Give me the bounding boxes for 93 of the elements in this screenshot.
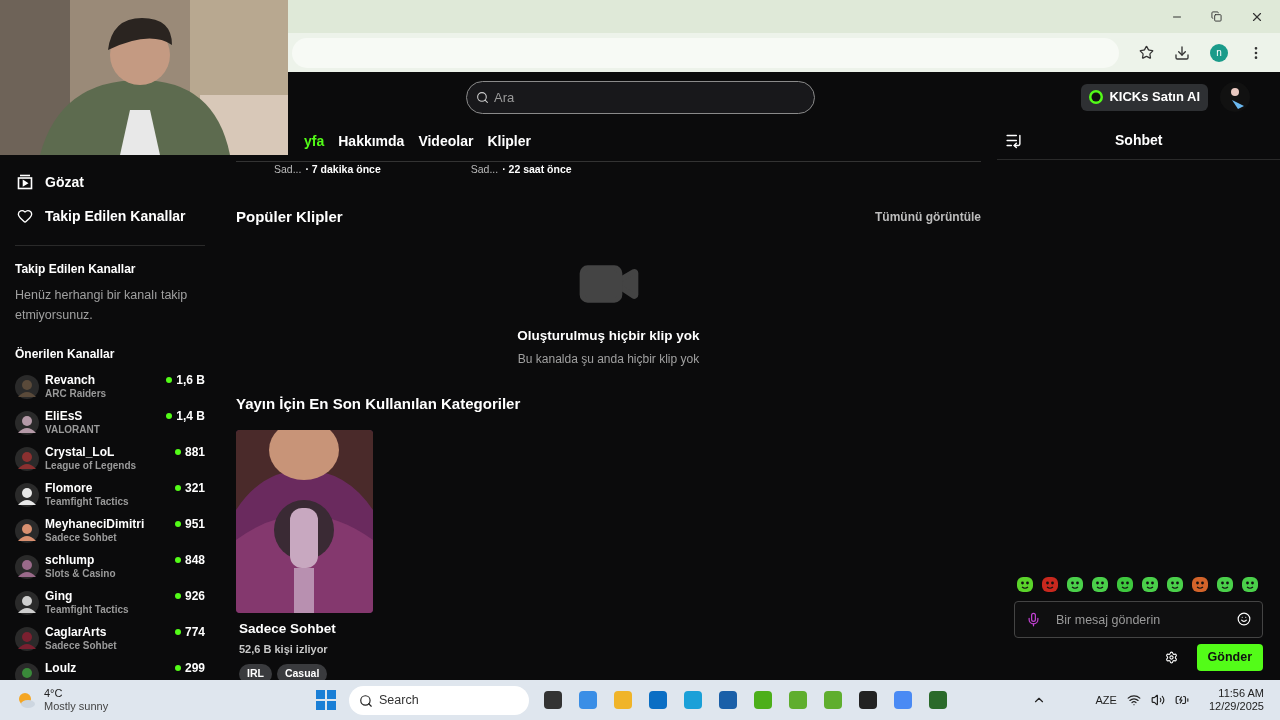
viewer-count: 951 [184, 517, 205, 531]
battery-icon[interactable] [1174, 693, 1189, 707]
clock-date[interactable]: 12/29/2025 [1208, 700, 1264, 713]
channel-item[interactable]: CaglarArts Sadece Sohbet 774 [15, 625, 205, 661]
viewer-count: 299 [184, 661, 205, 675]
viewer-count: 321 [184, 481, 205, 495]
emote-icon[interactable] [1141, 575, 1159, 593]
viewer-count: 1,4 B [176, 409, 205, 423]
emote-icon[interactable] [1116, 575, 1134, 593]
channel-category: Teamfight Tactics [45, 495, 130, 509]
viewer-count: 774 [184, 625, 205, 639]
channel-item[interactable]: EliEsS VALORANT 1,4 B [15, 409, 205, 445]
empty-title: Oluşturulmuş hiçbir klip yok [517, 327, 700, 346]
channel-name: Loulz [45, 661, 78, 675]
microphone-icon[interactable] [1026, 612, 1041, 627]
section-title: Takip Edilen Kanallar [15, 261, 137, 278]
stream-time: · 7 dakika önce [305, 162, 381, 177]
browse-icon [17, 174, 33, 190]
collapse-chat-icon[interactable] [1005, 132, 1022, 149]
channel-name: EliEsS [45, 409, 84, 423]
channel-category: VALORANT [45, 423, 101, 437]
channel-name: Revanch [45, 373, 97, 387]
wifi-icon[interactable] [1126, 693, 1141, 707]
channel-tab[interactable]: Videolar [418, 131, 474, 152]
coin-icon [1089, 90, 1104, 104]
channel-category: Slots & Casino [45, 567, 117, 581]
channel-name: schlump [45, 553, 96, 567]
restore-icon[interactable] [1211, 11, 1222, 22]
emote-icon[interactable] [1066, 575, 1084, 593]
chat-input[interactable]: Bir mesaj gönderin [1014, 601, 1263, 638]
channel-category: League of Legends [45, 459, 138, 473]
emote-icon[interactable] [1166, 575, 1184, 593]
viewer-count: 926 [184, 589, 205, 603]
send-button[interactable]: Gönder [1196, 644, 1263, 671]
emote-icon[interactable] [1191, 575, 1209, 593]
heart-icon [17, 208, 33, 224]
channel-item[interactable]: MeyhaneciDimitri Sadece Sohbet 951 [15, 517, 205, 553]
bookmark-icon[interactable] [1139, 45, 1154, 60]
channel-tab[interactable]: yfa [304, 131, 325, 152]
section-heading: Yayın İçin En Son Kullanılan Kategoriler [236, 393, 522, 414]
weather-temperature: 4°C [44, 687, 64, 700]
view-all-link[interactable]: Tümünü görüntüle [875, 208, 981, 226]
sidebar-nav-item[interactable]: Takip Edilen Kanallar [15, 199, 205, 233]
channel-name: MeyhaneciDimitri [45, 517, 146, 531]
channel-name: Crystal_LoL [45, 445, 116, 459]
taskbar-search-box[interactable]: Search [349, 685, 529, 715]
search-icon [359, 693, 373, 708]
channel-item[interactable]: schlump Slots & Casino 848 [15, 553, 205, 589]
stream-category: Sad... [274, 162, 302, 177]
clock-time[interactable]: 11:56 AM [1218, 687, 1264, 700]
viewer-count: 1,6 B [176, 373, 205, 387]
download-icon[interactable] [1174, 44, 1190, 61]
language-indicator[interactable]: AZE [1095, 691, 1117, 709]
emote-icon[interactable] [1091, 575, 1109, 593]
settings-icon[interactable] [1164, 651, 1178, 664]
channel-category: Sadece Sohbet [45, 639, 118, 653]
viewer-count: 881 [184, 445, 205, 459]
emote-icon[interactable] [1241, 575, 1259, 593]
site-search-field[interactable]: Ara [466, 81, 815, 114]
search-icon [476, 91, 489, 104]
channel-category: Teamfight Tactics [45, 603, 130, 617]
viewer-count: 848 [184, 553, 205, 567]
channel-item[interactable]: Ging Teamfight Tactics 926 [15, 589, 205, 625]
sidebar-nav-item[interactable]: Gözat [15, 165, 205, 199]
empty-message: Henüz herhangi bir kanalı takip etmiyorsunuz. [15, 287, 189, 324]
category-viewers: 52,6 B kişi izliyor [238, 642, 329, 658]
category-name[interactable]: Sadece Sohbet [236, 619, 373, 640]
channel-name: Flomore [45, 481, 94, 495]
emoji-icon[interactable] [1237, 612, 1251, 626]
channel-tab[interactable]: Hakkımda [338, 131, 405, 152]
chat-title: Sohbet [1115, 131, 1163, 150]
emote-icon[interactable] [1216, 575, 1234, 593]
channel-category: ARC Raiders [45, 387, 108, 401]
weather-condition: Mostly sunny [44, 700, 109, 713]
channel-item[interactable]: Crystal_LoL League of Legends 881 [15, 445, 205, 481]
app-icon[interactable] [542, 689, 564, 711]
user-avatar[interactable] [1220, 82, 1250, 112]
channel-item[interactable]: Flomore Teamfight Tactics 321 [15, 481, 205, 517]
emote-icon[interactable] [1016, 575, 1034, 593]
start-icon[interactable] [316, 690, 336, 710]
channel-item[interactable]: Revanch ARC Raiders 1,6 B [15, 373, 205, 409]
section-title: Önerilen Kanallar [15, 346, 116, 363]
buy-kicks-button[interactable]: KICKs Satın Al [1081, 83, 1208, 111]
channel-name: Ging [45, 589, 74, 603]
app-icon[interactable] [857, 689, 879, 711]
channel-name: CaglarArts [45, 625, 108, 639]
channel-tab[interactable]: Klipler [487, 131, 531, 152]
stream-time: · 22 saat önce [502, 162, 572, 177]
channel-category: Sadece Sohbet [45, 531, 118, 545]
section-heading: Popüler Klipler [236, 206, 343, 227]
volume-icon[interactable] [1150, 693, 1165, 707]
empty-message: Bu kanalda şu anda hiçbir klip yok [517, 350, 700, 368]
stream-category: Sad... [470, 162, 499, 177]
